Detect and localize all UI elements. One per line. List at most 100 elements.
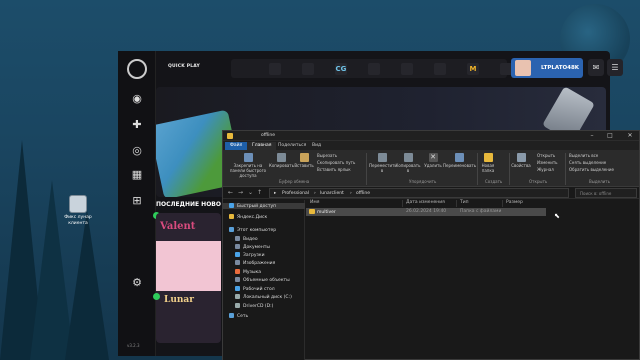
sidebar-item[interactable]: Рабочий стол (235, 286, 275, 292)
file-date: 26.02.2024 19:40 (406, 209, 447, 214)
minimize-icon[interactable]: – (585, 131, 599, 141)
maximize-icon[interactable]: □ (603, 131, 617, 141)
news-card-title: Valent (160, 221, 196, 232)
settings-gear-icon[interactable]: ⚙ (131, 277, 143, 289)
column-name[interactable]: Имя (310, 200, 319, 205)
select-none-button[interactable]: Снять выделение (569, 160, 606, 165)
copy-label: Копировать (269, 163, 294, 168)
sidebar-item[interactable]: Объемные объекты (235, 277, 290, 283)
gamepad-icon[interactable]: ◉ (131, 93, 143, 105)
properties-label: Свойства (511, 163, 531, 168)
dropdown-arrow-icon[interactable]: ⌄ (248, 189, 253, 196)
column-date[interactable]: Дата изменения (406, 200, 445, 205)
open-button[interactable]: Открыть (537, 153, 555, 158)
create-group-label: Создать (485, 179, 503, 184)
paste-icon (299, 153, 309, 162)
server-logo[interactable] (269, 63, 281, 75)
news-card-title-2: Lunar (164, 295, 194, 305)
store-cart-icon[interactable]: ⊞ (131, 195, 143, 207)
breadcrumb-offline[interactable]: offline (356, 191, 370, 196)
copy-to-icon (403, 153, 413, 162)
paste-label: Вставить (294, 163, 314, 168)
pin-icon (243, 153, 253, 162)
news-card[interactable]: Valent (156, 213, 221, 343)
user-profile-button[interactable]: LTPLATO48K (511, 58, 583, 78)
copy-button[interactable]: Копировать (269, 153, 294, 168)
properties-button[interactable]: Свойства (511, 153, 531, 168)
navigation-pane: Быстрый доступ Яндекс.Диск Этот компьютер В… (223, 200, 305, 360)
select-all-button[interactable]: Выделить все (569, 153, 598, 158)
breadcrumb-professional[interactable]: Professional (282, 191, 309, 196)
paste-shortcut-button[interactable]: Вставить ярлык (317, 167, 351, 172)
table-row[interactable]: multiver 26.02.2024 19:40 Папка с файлам… (306, 208, 546, 216)
globe-icon[interactable]: ◎ (131, 145, 143, 157)
copy-to-button[interactable]: Копировать в (395, 153, 421, 173)
desktop-shortcut[interactable]: Фикс лунар клиента (58, 195, 98, 227)
server-logo[interactable] (302, 63, 314, 75)
up-arrow-icon[interactable]: ↑ (257, 189, 262, 196)
tab-view[interactable]: Вид (307, 142, 326, 150)
delete-button[interactable]: ✕ Удалить (423, 153, 443, 168)
back-arrow-icon[interactable]: ← (228, 189, 233, 196)
sidebar-item[interactable]: Загрузки (235, 252, 265, 258)
column-separator (502, 200, 503, 207)
sidebar-item[interactable]: Сеть (229, 313, 248, 319)
cut-button[interactable]: Вырезать (317, 153, 337, 158)
breadcrumb-lunarclient[interactable]: lunarclient (320, 191, 344, 196)
tab-share[interactable]: Поделиться (273, 142, 311, 150)
video-icon (235, 236, 240, 241)
sidebar-item-label: Объемные объекты (243, 278, 290, 283)
column-separator (402, 200, 403, 207)
sidebar-item[interactable]: Видео (235, 236, 258, 242)
server-logo[interactable] (401, 63, 413, 75)
network-icon (229, 313, 234, 318)
tab-file[interactable]: Файл (225, 142, 248, 150)
rename-button[interactable]: Переименовать (443, 153, 476, 168)
music-icon (235, 269, 240, 274)
sidebar-item[interactable]: Быстрый доступ (223, 203, 305, 209)
drive-icon (235, 294, 240, 299)
screenshots-icon[interactable]: ▦ (131, 169, 143, 181)
invert-selection-button[interactable]: Обратить выделение (569, 167, 614, 172)
menu-icon[interactable]: ☰ (607, 59, 623, 76)
sidebar-item-label: Сеть (237, 314, 249, 319)
history-button[interactable]: Журнал (537, 167, 554, 172)
sidebar-item[interactable]: Изображения (235, 260, 275, 266)
server-logo[interactable]: CG (335, 63, 347, 75)
news-title: ПОСЛЕДНИЕ НОВО (156, 201, 221, 208)
file-type: Папка с файлами (460, 209, 502, 214)
computer-icon (229, 227, 234, 232)
address-bar[interactable]: ▸ Professional › lunarclient › offline (269, 188, 569, 198)
sidebar-item[interactable]: Яндекс.Диск (229, 214, 267, 220)
close-icon[interactable]: ✕ (623, 131, 637, 141)
ribbon-separator (509, 153, 510, 185)
new-folder-icon (483, 153, 493, 162)
pin-quick-access-button[interactable]: Закрепить на панели быстрого доступа (227, 153, 269, 178)
puzzle-icon[interactable]: ✚ (131, 119, 143, 131)
sidebar-item[interactable]: Музыка (235, 269, 261, 275)
clipboard-group-label: Буфер обмена (279, 179, 310, 184)
sidebar-item[interactable]: Локальный диск (C:) (235, 294, 292, 300)
search-input[interactable]: Поиск в: offline (575, 188, 637, 198)
ribbon-tabs: Файл Главная Поделиться Вид (223, 141, 639, 150)
mail-icon[interactable]: ✉ (588, 59, 604, 76)
column-type[interactable]: Тип (460, 200, 469, 205)
file-name: multiver (317, 210, 336, 215)
new-folder-button[interactable]: Новая папка (479, 153, 497, 173)
file-list: Имя Дата изменения Тип Размер multiver 2… (306, 200, 640, 360)
sidebar-item[interactable]: Документы (235, 244, 270, 250)
copy-path-button[interactable]: Скопировать путь (317, 160, 355, 165)
server-logo[interactable] (434, 63, 446, 75)
paste-button[interactable]: Вставить (293, 153, 315, 168)
sidebar-item-label: Документы (243, 245, 270, 250)
column-size[interactable]: Размер (506, 200, 523, 205)
sidebar-item[interactable]: DriverCD (D:) (235, 303, 273, 309)
forward-arrow-icon[interactable]: → (238, 189, 243, 196)
launcher-logo-icon[interactable] (127, 59, 147, 79)
server-logo[interactable]: M (467, 63, 479, 75)
edit-button[interactable]: Изменить (537, 160, 558, 165)
sidebar-item[interactable]: Этот компьютер (229, 227, 276, 233)
server-logo[interactable] (368, 63, 380, 75)
move-to-button[interactable]: Переместить в (369, 153, 397, 173)
ribbon-separator (366, 153, 367, 185)
